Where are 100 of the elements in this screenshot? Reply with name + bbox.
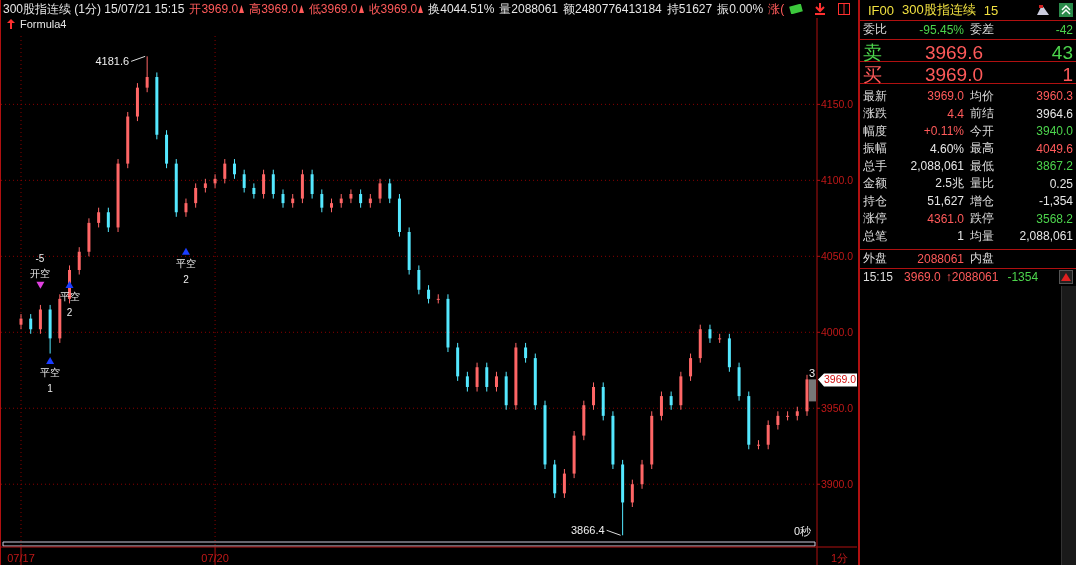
quote-value: 额2480776413184 <box>563 0 662 18</box>
stat-label: 幅度 <box>863 122 888 140</box>
candle <box>757 439 760 450</box>
candle <box>456 342 460 382</box>
hat-icon[interactable] <box>1035 3 1051 17</box>
candle <box>669 391 673 411</box>
candle <box>533 353 537 411</box>
side-label: 卖 <box>863 40 883 65</box>
date-label: 07/17 <box>7 546 35 565</box>
candle <box>630 479 634 508</box>
download-icon[interactable] <box>814 3 827 15</box>
stat-label: 跌停 <box>969 210 995 228</box>
quote-value: 低3969.0 <box>308 0 358 18</box>
quote-value: 换4044.51% <box>428 0 495 18</box>
candle <box>679 371 683 411</box>
candle <box>262 169 266 200</box>
candle <box>48 304 52 355</box>
candle <box>475 362 479 393</box>
stat-label: 振幅 <box>863 140 888 158</box>
y-tick-label: 4000.0 <box>821 326 854 339</box>
candle <box>650 410 654 470</box>
quote-value: 持51627 <box>666 0 713 18</box>
candle <box>77 246 81 276</box>
candle <box>446 293 450 353</box>
stat-value: -1,354 <box>1037 194 1073 209</box>
candle <box>766 419 770 450</box>
signal-count: 2 <box>183 273 189 285</box>
stat-label: 委比 <box>863 21 888 39</box>
stat-value: +0.11% <box>922 124 964 139</box>
quote-value: 涨( <box>768 0 785 18</box>
stat-value: 4049.6 <box>1035 141 1073 156</box>
candle <box>485 362 489 393</box>
candle <box>727 333 731 373</box>
candle <box>436 293 440 304</box>
leader-line <box>130 55 146 62</box>
candle <box>776 410 780 431</box>
candle <box>281 188 285 209</box>
stat-label: 总笔 <box>863 227 888 245</box>
stat-label: 最新 <box>863 87 888 105</box>
candle <box>708 324 712 344</box>
scroll-up-button[interactable] <box>1059 270 1073 284</box>
stat-label: 总手 <box>863 157 888 175</box>
candle <box>339 193 343 209</box>
stat-value: 3867.2 <box>1035 159 1073 174</box>
chart-title: 300股指连续 (1分) 15/07/21 15:15 <box>3 0 185 18</box>
candle <box>184 198 188 218</box>
period-value: 15 <box>983 2 999 18</box>
candle <box>737 362 741 402</box>
candle <box>300 169 304 204</box>
candle <box>698 324 702 364</box>
scroll-track[interactable] <box>1061 285 1076 565</box>
panel-toggle-icon[interactable] <box>838 3 850 15</box>
up-triangle-icon <box>65 281 74 289</box>
stat-label: 均量 <box>969 227 995 245</box>
quote-value: 量2088061 <box>499 0 558 18</box>
candle <box>126 111 130 169</box>
candle <box>38 304 42 335</box>
current-bar-highlight <box>809 379 816 402</box>
y-tick-label: 4150.0 <box>821 98 854 111</box>
collapse-icon[interactable] <box>1059 3 1073 17</box>
candle <box>320 188 324 213</box>
stat-value: 0.25 <box>1048 176 1073 191</box>
candle <box>252 182 256 200</box>
candle <box>572 430 576 479</box>
stat-value: 3964.6 <box>1035 106 1073 121</box>
stat-label: 持仓 <box>863 192 888 210</box>
stat-label: 涨跌 <box>863 105 888 123</box>
candle <box>582 400 586 441</box>
stat-value: 3960.3 <box>1035 89 1073 104</box>
candle <box>233 158 236 180</box>
candle <box>330 198 333 213</box>
candle <box>378 178 382 204</box>
stat-value: -42 <box>1054 22 1073 37</box>
bar-count: 3 <box>808 367 816 380</box>
up-triangle-icon <box>181 247 190 255</box>
stat-value: 4.4 <box>946 106 964 121</box>
contract-code: IF00 <box>868 2 894 18</box>
leader-line <box>606 529 622 536</box>
book-price: 3969.0 <box>923 63 983 86</box>
candle <box>145 55 149 93</box>
side-label: 买 <box>863 62 883 87</box>
stat-value: 1 <box>956 229 964 244</box>
candle <box>291 193 295 209</box>
quote-value: 开3969.0 <box>189 0 239 18</box>
candle <box>194 182 198 209</box>
stat-label: 今开 <box>969 122 995 140</box>
chip-icon[interactable] <box>789 4 804 14</box>
signal-count: 2 <box>66 307 73 319</box>
candle <box>165 129 169 169</box>
candle <box>786 410 790 421</box>
stat-label: 最低 <box>969 157 995 175</box>
candle <box>106 207 110 233</box>
stat-value: 2,088,061 <box>909 159 964 174</box>
stat-value: 3568.2 <box>1035 211 1073 226</box>
stat-value: 3940.0 <box>1035 124 1073 139</box>
candle <box>359 188 363 209</box>
y-tick-label: 4050.0 <box>821 250 854 263</box>
book-volume: 43 <box>1050 41 1073 64</box>
price-label: 3866.4 <box>570 524 605 537</box>
candle <box>514 342 518 411</box>
